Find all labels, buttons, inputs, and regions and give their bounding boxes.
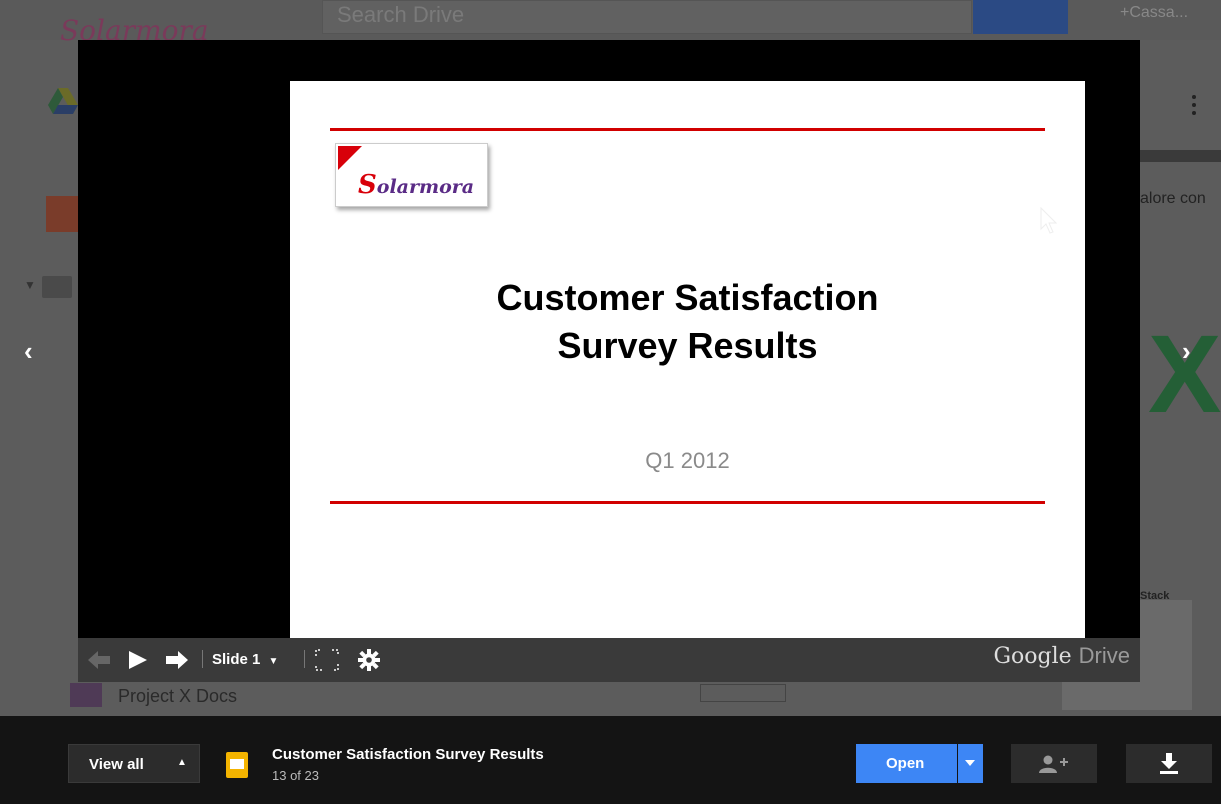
user-link[interactable]: +Cassa... bbox=[1120, 4, 1188, 22]
share-button[interactable] bbox=[1011, 744, 1097, 783]
next-slide-icon[interactable] bbox=[166, 651, 188, 669]
search-input[interactable]: Search Drive bbox=[322, 0, 972, 34]
background-preview-text: alore con bbox=[1140, 190, 1206, 207]
create-button[interactable] bbox=[46, 196, 80, 232]
chevron-down-icon: ▼ bbox=[268, 656, 279, 667]
previous-slide-icon[interactable] bbox=[88, 651, 110, 669]
thumbnail-label: Stack bbox=[1140, 590, 1170, 602]
my-drive-folder-icon[interactable] bbox=[42, 276, 72, 298]
gear-icon[interactable] bbox=[358, 649, 380, 671]
background-band bbox=[1140, 150, 1221, 162]
add-person-icon bbox=[1039, 755, 1068, 773]
presentation-viewer: Solarmora Customer Satisfaction Survey R… bbox=[78, 40, 1140, 682]
slide-title: Customer Satisfaction Survey Results bbox=[290, 274, 1085, 370]
slide-canvas: Solarmora Customer Satisfaction Survey R… bbox=[290, 81, 1085, 678]
slide-top-rule bbox=[330, 128, 1045, 131]
play-icon[interactable] bbox=[128, 650, 148, 670]
slide-title-line-2: Survey Results bbox=[557, 325, 818, 366]
slide-bottom-rule bbox=[330, 501, 1045, 504]
chevron-left-icon[interactable]: ‹ bbox=[24, 336, 33, 367]
solarmora-logo: Solarmora bbox=[335, 143, 488, 207]
mouse-cursor-icon bbox=[1040, 207, 1058, 234]
slides-file-icon bbox=[226, 752, 248, 778]
slide-selector[interactable]: Slide 1 ▼ bbox=[212, 651, 278, 668]
logo-text: Solarmora bbox=[358, 170, 475, 200]
folder-name[interactable]: Project X Docs bbox=[118, 686, 237, 707]
download-button[interactable] bbox=[1126, 744, 1212, 783]
chevron-up-icon: ▲ bbox=[177, 757, 187, 768]
slide-selector-label: Slide 1 bbox=[212, 651, 261, 668]
slide-title-line-1: Customer Satisfaction bbox=[496, 277, 879, 318]
toolbar-divider bbox=[202, 650, 203, 668]
more-options-icon[interactable] bbox=[1192, 95, 1198, 119]
tree-expand-icon[interactable]: ▼ bbox=[24, 278, 36, 292]
background-field bbox=[700, 684, 786, 702]
drive-logo-icon bbox=[48, 88, 78, 114]
google-drive-branding: Google Drive bbox=[993, 643, 1130, 669]
open-button[interactable]: Open bbox=[856, 744, 957, 783]
fullscreen-icon[interactable] bbox=[315, 649, 339, 671]
file-position: 13 of 23 bbox=[272, 768, 319, 783]
slide-toolbar: Slide 1 ▼ Google Drive bbox=[78, 638, 1140, 682]
view-all-button[interactable]: View all ▲ bbox=[68, 744, 200, 783]
file-name: Customer Satisfaction Survey Results bbox=[272, 746, 544, 763]
toolbar-divider bbox=[304, 650, 305, 668]
folder-icon bbox=[70, 683, 102, 707]
download-icon bbox=[1160, 753, 1178, 774]
logo-corner-mark bbox=[338, 146, 362, 170]
slide-subtitle: Q1 2012 bbox=[645, 448, 730, 473]
chevron-down-icon bbox=[965, 760, 975, 766]
chevron-right-icon[interactable]: › bbox=[1182, 336, 1191, 367]
search-button[interactable] bbox=[973, 0, 1068, 34]
open-with-dropdown[interactable] bbox=[958, 744, 983, 783]
